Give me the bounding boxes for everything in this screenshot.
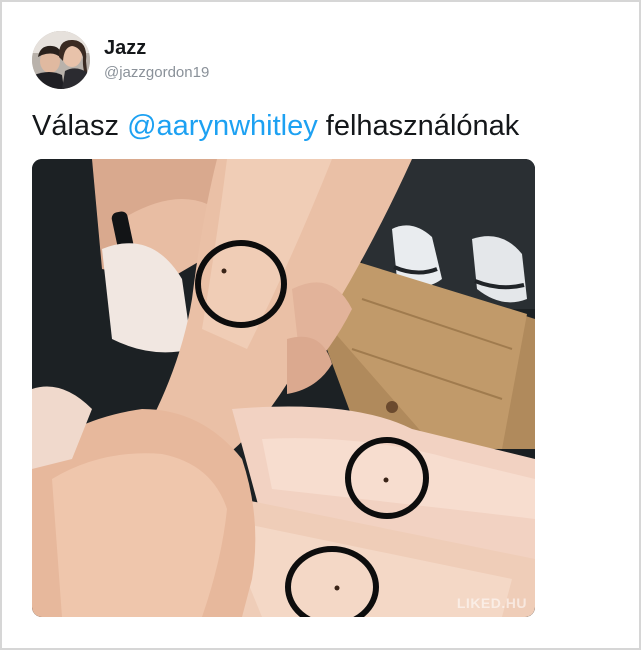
reply-suffix: felhasználónak [325,110,520,142]
avatar[interactable] [32,31,90,89]
display-name[interactable]: Jazz [104,36,209,60]
watermark: LIKED.HU [456,595,527,611]
user-handle[interactable]: @jazzgordon19 [104,62,209,84]
tweet-header: Jazz @jazzgordon19 [32,31,209,89]
avatar-photo [32,31,90,89]
author-names: Jazz @jazzgordon19 [104,36,209,84]
hands-photo [32,159,535,617]
reply-line: Válasz @aarynwhitley felhasználónak [32,110,519,143]
tweet-photo[interactable]: LIKED.HU [32,159,535,617]
reply-mention-link[interactable]: @aarynwhitley [127,110,318,142]
tweet-card: Jazz @jazzgordon19 Válasz @aarynwhitley … [0,0,641,650]
reply-prefix: Válasz [32,110,120,142]
